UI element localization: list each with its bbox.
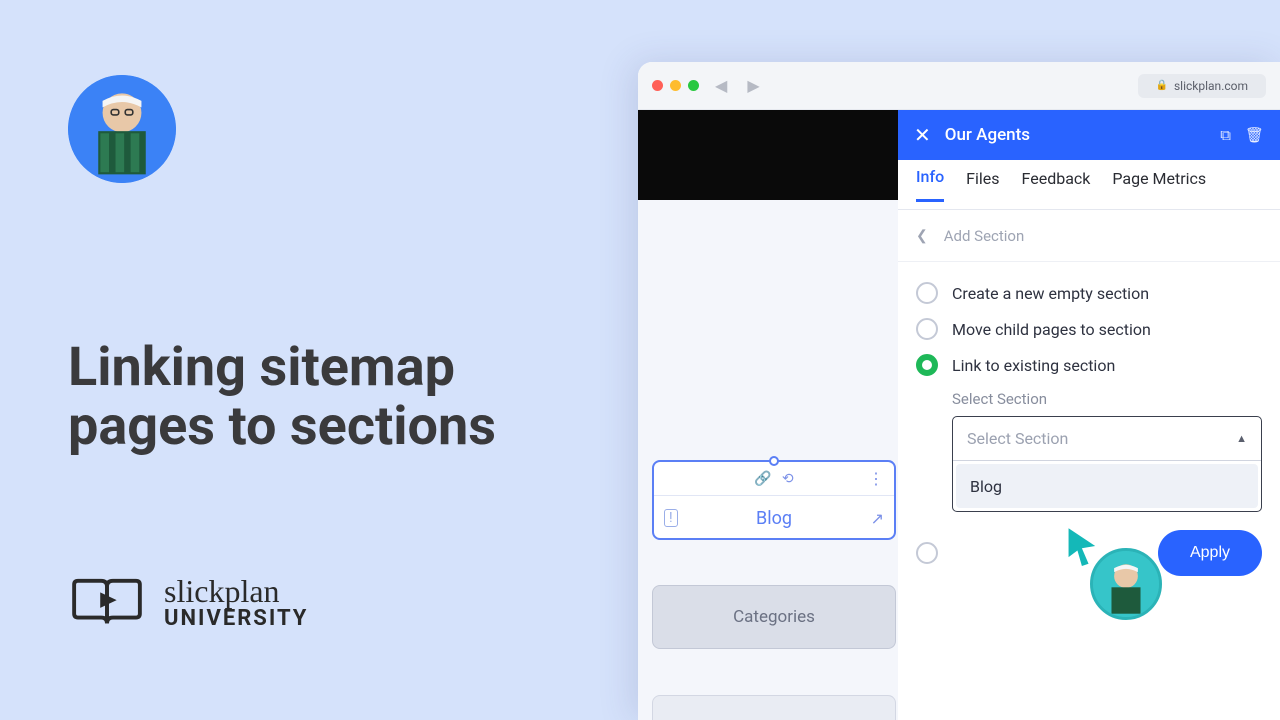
refresh-icon[interactable]: ⟲ <box>782 471 794 487</box>
radio-icon[interactable] <box>916 282 938 304</box>
book-play-icon <box>68 575 146 633</box>
select-placeholder: Select Section <box>967 429 1068 448</box>
brand-script: slickplan <box>164 577 308 606</box>
presenter-avatar <box>68 75 176 183</box>
radio-move-child[interactable]: Move child pages to section <box>916 318 1262 340</box>
tab-info[interactable]: Info <box>916 167 944 202</box>
panel-tabs: Info Files Feedback Page Metrics <box>898 160 1280 210</box>
tab-feedback[interactable]: Feedback <box>1022 169 1091 201</box>
trash-icon[interactable]: 🗑 <box>1245 126 1264 144</box>
radio-icon[interactable] <box>916 318 938 340</box>
url-text: slickplan.com <box>1174 79 1248 93</box>
caret-up-icon: ▲ <box>1236 432 1247 445</box>
radio-link-existing[interactable]: Link to existing section <box>916 354 1262 376</box>
panel-title: Our Agents <box>945 125 1030 145</box>
apply-button[interactable]: Apply <box>1158 530 1262 576</box>
window-min-dot[interactable] <box>670 80 681 91</box>
close-icon[interactable]: ✕ <box>914 123 931 147</box>
browser-chrome: ◀ ▶ 🔒 slickplan.com <box>638 62 1280 110</box>
nav-forward-icon[interactable]: ▶ <box>743 76 763 95</box>
sitemap-node-categories[interactable]: Categories <box>652 585 896 649</box>
sitemap-canvas[interactable]: 🔗 ⟲ ⋮ ! Blog ↗ Categories Events <box>638 110 898 720</box>
chevron-left-icon[interactable]: ❮ <box>916 228 928 244</box>
node-label: Blog <box>756 508 792 529</box>
sitemap-node-events[interactable]: Events <box>652 695 896 720</box>
app-topbar <box>638 110 898 200</box>
hero-title: Linking sitemap pages to sections <box>68 338 588 457</box>
alert-icon[interactable]: ! <box>664 509 678 527</box>
brand-word: UNIVERSITY <box>164 606 308 631</box>
sitemap-node-blog[interactable]: 🔗 ⟲ ⋮ ! Blog ↗ <box>652 460 896 540</box>
external-link-icon[interactable]: ↗ <box>871 509 884 528</box>
panel-header: ✕ Our Agents ⧉ 🗑 <box>898 110 1280 160</box>
section-select[interactable]: Select Section ▲ Blog <box>952 416 1262 512</box>
kebab-icon[interactable]: ⋮ <box>868 469 884 488</box>
tab-files[interactable]: Files <box>966 169 999 201</box>
breadcrumb-label: Add Section <box>944 227 1025 245</box>
browser-window: ◀ ▶ 🔒 slickplan.com 🔗 ⟲ ⋮ ! Blog ↗ <box>638 62 1280 720</box>
brand-logo: slickplan UNIVERSITY <box>68 575 308 633</box>
address-bar[interactable]: 🔒 slickplan.com <box>1138 74 1266 98</box>
hero-area: Linking sitemap pages to sections <box>68 75 588 457</box>
lock-icon: 🔒 <box>1156 80 1168 91</box>
select-label: Select Section <box>952 390 1262 408</box>
node-label: Categories <box>733 607 815 627</box>
nav-back-icon[interactable]: ◀ <box>711 76 731 95</box>
radio-icon[interactable] <box>916 542 938 564</box>
radio-icon-selected[interactable] <box>916 354 938 376</box>
window-close-dot[interactable] <box>652 80 663 91</box>
link-icon[interactable]: 🔗 <box>754 471 771 487</box>
copy-icon[interactable]: ⧉ <box>1220 126 1231 144</box>
radio-create-empty[interactable]: Create a new empty section <box>916 282 1262 304</box>
window-max-dot[interactable] <box>688 80 699 91</box>
panel-breadcrumb: ❮ Add Section <box>898 210 1280 262</box>
select-option-blog[interactable]: Blog <box>956 464 1258 508</box>
side-panel: ✕ Our Agents ⧉ 🗑 Info Files Feedback Pag… <box>898 110 1280 720</box>
tab-page-metrics[interactable]: Page Metrics <box>1112 169 1206 201</box>
